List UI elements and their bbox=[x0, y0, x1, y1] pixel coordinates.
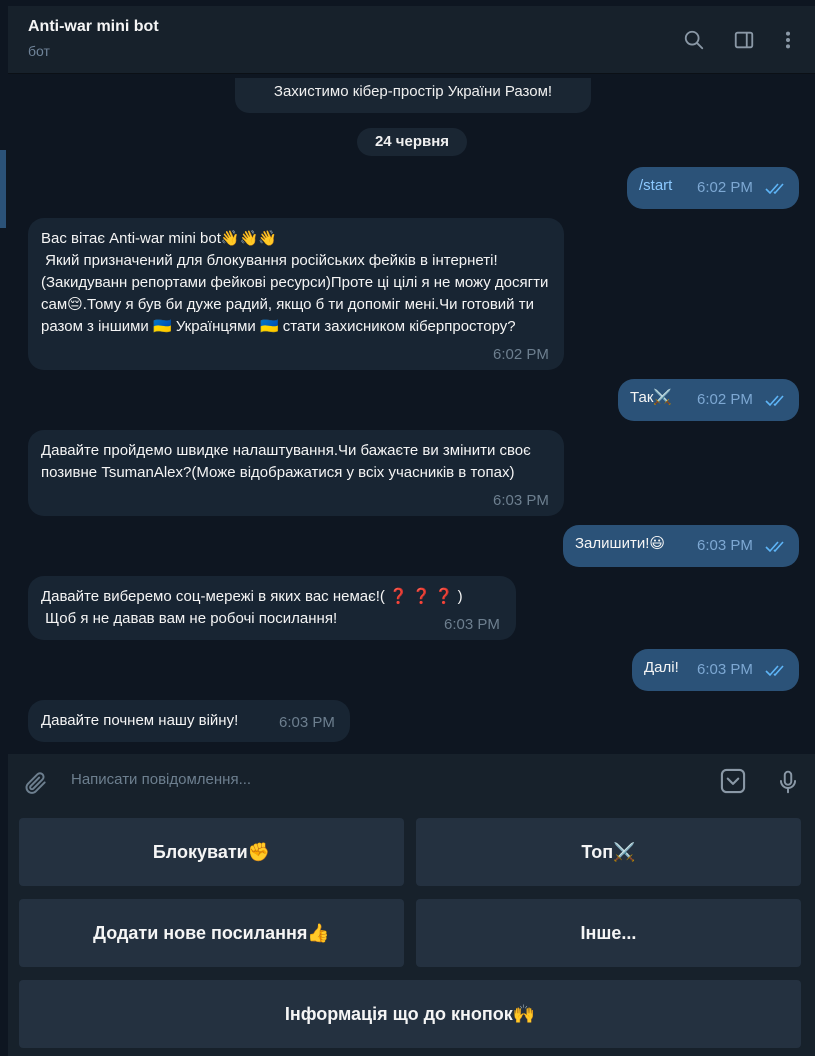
incoming-message[interactable]: Давайте почнем нашу війну! 6:03 PM bbox=[28, 700, 350, 742]
message-text: Давайте пройдемо швидке налаштування.Чи … bbox=[41, 442, 535, 481]
message-text[interactable]: /start bbox=[639, 177, 672, 194]
message-text[interactable]: Залишити!😃 bbox=[575, 535, 665, 552]
read-check-icon bbox=[765, 541, 784, 553]
chat-subtitle: бот bbox=[28, 43, 50, 59]
message-time: 6:03 PM bbox=[697, 537, 753, 554]
message-time: 6:02 PM bbox=[697, 391, 753, 408]
message-time: 6:03 PM bbox=[444, 616, 500, 633]
message-time: 6:02 PM bbox=[493, 346, 549, 363]
message-list[interactable]: Захистимо кібер-простір України Разом! 2… bbox=[8, 74, 815, 754]
service-message: Захистимо кібер-простір України Разом! bbox=[235, 78, 591, 113]
message-text: Давайте виберемо соц-мережі в яких вас н… bbox=[41, 588, 463, 627]
more-vertical-icon[interactable] bbox=[774, 26, 802, 54]
message-text[interactable]: Так⚔️ bbox=[630, 389, 672, 406]
sidebar-toggle-icon[interactable] bbox=[730, 26, 758, 54]
outgoing-message[interactable]: /start 6:02 PM bbox=[627, 167, 799, 209]
message-composer[interactable]: Написати повідомлення... bbox=[8, 754, 815, 810]
date-badge: 24 червня bbox=[357, 128, 467, 156]
attach-icon[interactable] bbox=[21, 768, 51, 798]
keyboard-button-top[interactable]: Топ⚔️ bbox=[416, 818, 801, 886]
message-time: 6:03 PM bbox=[493, 492, 549, 509]
bot-reply-keyboard: Блокувати✊ Топ⚔️ Додати нове посилання👍 … bbox=[8, 810, 815, 1056]
message-text: Вас вітає Anti-war mini bot👋👋👋 Який приз… bbox=[41, 230, 549, 335]
message-text[interactable]: Далі! bbox=[644, 659, 679, 676]
keyboard-button-add-link[interactable]: Додати нове посилання👍 bbox=[19, 899, 404, 967]
message-time: 6:03 PM bbox=[279, 714, 335, 731]
outgoing-message[interactable]: Залишити!😃 6:03 PM bbox=[563, 525, 799, 567]
chat-header[interactable]: Anti-war mini bot бот bbox=[8, 6, 815, 74]
search-icon[interactable] bbox=[680, 26, 708, 54]
outgoing-message[interactable]: Так⚔️ 6:02 PM bbox=[618, 379, 799, 421]
keyboard-button-other[interactable]: Інше... bbox=[416, 899, 801, 967]
read-check-icon bbox=[765, 395, 784, 407]
incoming-message[interactable]: Вас вітає Anti-war mini bot👋👋👋 Який приз… bbox=[28, 218, 564, 370]
message-time: 6:02 PM bbox=[697, 179, 753, 196]
keyboard-button-block[interactable]: Блокувати✊ bbox=[19, 818, 404, 886]
read-check-icon bbox=[765, 665, 784, 677]
message-input[interactable]: Написати повідомлення... bbox=[71, 771, 251, 788]
chat-title[interactable]: Anti-war mini bot bbox=[28, 18, 159, 36]
chat-list-selection-accent bbox=[0, 150, 6, 228]
keyboard-toggle-icon[interactable] bbox=[718, 766, 748, 796]
outgoing-message[interactable]: Далі! 6:03 PM bbox=[632, 649, 799, 691]
read-check-icon bbox=[765, 183, 784, 195]
incoming-message[interactable]: Давайте виберемо соц-мережі в яких вас н… bbox=[28, 576, 516, 640]
message-text: Давайте почнем нашу війну! bbox=[41, 712, 239, 729]
incoming-message[interactable]: Давайте пройдемо швидке налаштування.Чи … bbox=[28, 430, 564, 516]
message-time: 6:03 PM bbox=[697, 661, 753, 678]
keyboard-button-info[interactable]: Інформація що до кнопок🙌 bbox=[19, 980, 801, 1048]
microphone-icon[interactable] bbox=[773, 766, 803, 798]
